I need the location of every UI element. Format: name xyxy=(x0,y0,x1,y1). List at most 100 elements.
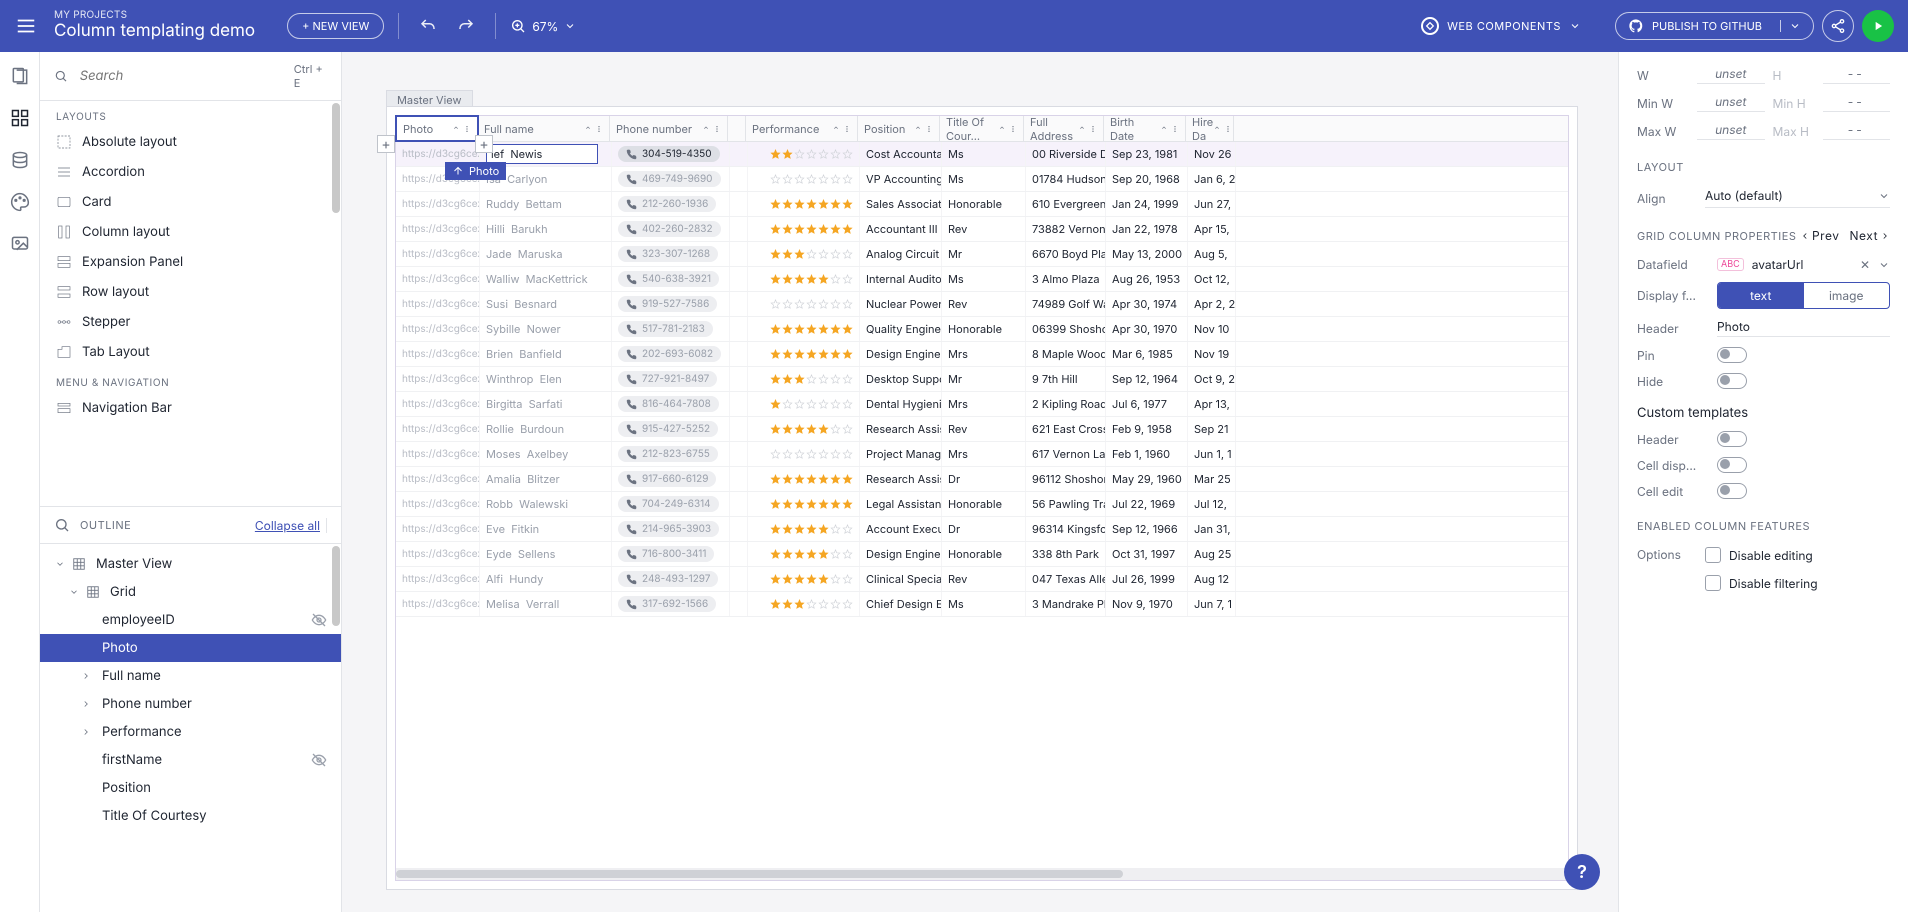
cell-hiredate[interactable]: Mar 25 xyxy=(1188,467,1236,491)
data-grid[interactable]: PhotoFull namePhone numberPerformancePos… xyxy=(395,115,1569,881)
cell-toc[interactable]: Dr xyxy=(942,517,1026,541)
column-header[interactable]: Birth Date xyxy=(1104,116,1186,141)
cell-name[interactable]: Ruddy Bettam xyxy=(480,192,612,216)
toolbox-item[interactable]: Card xyxy=(40,187,341,217)
cell-photo[interactable]: https://d3cg6cex... xyxy=(396,442,480,466)
cell-birthdate[interactable]: Sep 12, 1966 xyxy=(1106,517,1188,541)
cell-photo[interactable]: https://d3cg6cex... xyxy=(396,217,480,241)
artboard[interactable]: Photo + + PhotoFull namePhone numberPerf… xyxy=(386,106,1578,890)
cell-birthdate[interactable]: May 13, 2000 xyxy=(1106,242,1188,266)
table-row[interactable]: https://d3cg6cex...Amalia Blitzer917-660… xyxy=(396,467,1568,492)
column-header[interactable]: Title Of Cour... xyxy=(940,116,1024,141)
table-row[interactable]: https://d3cg6cex...lef Newis304-519-4350… xyxy=(396,142,1568,167)
table-row[interactable]: https://d3cg6cex...Robb Walewski704-249-… xyxy=(396,492,1568,517)
cell-position[interactable]: Accountant III xyxy=(860,217,942,241)
table-row[interactable]: https://d3cg6cex...Sybille Nower517-781-… xyxy=(396,317,1568,342)
cell-hiredate[interactable]: Jun 27, xyxy=(1188,192,1236,216)
redo-button[interactable] xyxy=(451,11,481,41)
cell-photo[interactable]: https://d3cg6cex... xyxy=(396,417,480,441)
cell-photo[interactable]: https://d3cg6cex... xyxy=(396,492,480,516)
cell-performance[interactable] xyxy=(748,492,860,516)
cell-name[interactable]: Moses Axelbey xyxy=(480,442,612,466)
cell-phone[interactable]: 704-249-6314 xyxy=(612,492,730,516)
cell-phone[interactable]: 716-800-3411 xyxy=(612,542,730,566)
cell-phone[interactable]: 248-493-1297 xyxy=(612,567,730,591)
cell-phone[interactable]: 402-260-2832 xyxy=(612,217,730,241)
outline-node[interactable]: employeeID xyxy=(40,606,341,634)
header-input[interactable]: Photo xyxy=(1717,319,1890,337)
cell-photo[interactable]: https://d3cg6cex... xyxy=(396,467,480,491)
cell-hiredate[interactable]: Jan 6, 2 xyxy=(1188,167,1236,191)
cell-phone[interactable]: 202-693-6082 xyxy=(612,342,730,366)
collapse-all-link[interactable]: Collapse all xyxy=(249,518,327,533)
cell-phone[interactable]: 816-464-7808 xyxy=(612,392,730,416)
display-format-toggle[interactable]: text image xyxy=(1717,282,1890,309)
cell-hiredate[interactable]: Jan 31, xyxy=(1188,517,1236,541)
new-view-button[interactable]: + NEW VIEW xyxy=(287,13,384,39)
table-row[interactable]: https://d3cg6cex...Eve Fitkin214-965-390… xyxy=(396,517,1568,542)
cell-birthdate[interactable]: Sep 12, 1964 xyxy=(1106,367,1188,391)
toolbox-item[interactable]: Row layout xyxy=(40,277,341,307)
cell-birthdate[interactable]: Jul 6, 1977 xyxy=(1106,392,1188,416)
cell-address[interactable]: 8 Maple Wood P... xyxy=(1026,342,1106,366)
cell-address[interactable]: 56 Pawling Trail xyxy=(1026,492,1106,516)
table-row[interactable]: https://d3cg6cex...Isa Carlyon469-749-96… xyxy=(396,167,1568,192)
cell-hiredate[interactable]: Aug 12 xyxy=(1188,567,1236,591)
cell-toc[interactable]: Mrs xyxy=(942,442,1026,466)
toolbox-item[interactable]: Tab Layout xyxy=(40,337,341,367)
column-header[interactable]: Full Address xyxy=(1024,116,1104,141)
cell-toc[interactable]: Honorable xyxy=(942,492,1026,516)
table-row[interactable]: https://d3cg6cex...Winthrop Elen727-921-… xyxy=(396,367,1568,392)
toolbox-item[interactable]: Navigation Bar xyxy=(40,393,341,423)
cell-performance[interactable] xyxy=(748,567,860,591)
outline-node[interactable]: Photo xyxy=(40,634,341,662)
cell-birthdate[interactable]: Nov 9, 1970 xyxy=(1106,592,1188,616)
cell-position[interactable]: Nuclear Power E... xyxy=(860,292,942,316)
outline-node[interactable]: Title Of Courtesy xyxy=(40,802,341,830)
breadcrumb[interactable]: MY PROJECTS xyxy=(54,10,255,22)
cell-toc[interactable]: Honorable xyxy=(942,317,1026,341)
toolbox-item[interactable]: Column layout xyxy=(40,217,341,247)
cell-address[interactable]: 2 Kipling Road xyxy=(1026,392,1106,416)
chevron-down-icon[interactable] xyxy=(1878,259,1890,271)
cell-address[interactable]: 74989 Golf Way xyxy=(1026,292,1106,316)
cell-position[interactable]: Project Manager xyxy=(860,442,942,466)
cell-phone[interactable]: 919-527-7586 xyxy=(612,292,730,316)
cell-photo[interactable]: https://d3cg6cex... xyxy=(396,567,480,591)
table-row[interactable]: https://d3cg6cex...Alfi Hundy248-493-129… xyxy=(396,567,1568,592)
cell-position[interactable]: Research Assista... xyxy=(860,467,942,491)
share-button[interactable] xyxy=(1822,10,1854,42)
cell-hiredate[interactable]: Oct 12, xyxy=(1188,267,1236,291)
table-row[interactable]: https://d3cg6cex...Melisa Verrall317-692… xyxy=(396,592,1568,617)
cell-toc[interactable]: Rev xyxy=(942,217,1026,241)
cell-address[interactable]: 617 Vernon Lane xyxy=(1026,442,1106,466)
width-input[interactable]: unset xyxy=(1697,66,1765,84)
cell-address[interactable]: 3 Mandrake Plaza xyxy=(1026,592,1106,616)
table-row[interactable]: https://d3cg6cex...Susi Besnard919-527-7… xyxy=(396,292,1568,317)
outline-node[interactable]: Grid xyxy=(40,578,341,606)
search-input[interactable] xyxy=(78,67,284,85)
align-select[interactable]: Auto (default) xyxy=(1705,188,1890,208)
cell-performance[interactable] xyxy=(748,442,860,466)
cell-phone[interactable]: 540-638-3921 xyxy=(612,267,730,291)
outline-node[interactable]: Position xyxy=(40,774,341,802)
header-template-toggle[interactable] xyxy=(1717,431,1747,447)
cell-position[interactable]: Quality Engineer xyxy=(860,317,942,341)
cell-name[interactable]: Winthrop Elen xyxy=(480,367,612,391)
cell-birthdate[interactable]: Jul 26, 1999 xyxy=(1106,567,1188,591)
cell-name[interactable]: Robb Walewski xyxy=(480,492,612,516)
cell-toc[interactable]: Mrs xyxy=(942,342,1026,366)
minh-input[interactable]: -- xyxy=(1823,94,1891,112)
hide-toggle[interactable] xyxy=(1717,373,1747,389)
cell-performance[interactable] xyxy=(748,417,860,441)
cell-hiredate[interactable]: Apr 15, xyxy=(1188,217,1236,241)
cell-phone[interactable]: 212-823-6755 xyxy=(612,442,730,466)
cell-phone[interactable]: 214-965-3903 xyxy=(612,517,730,541)
cell-photo[interactable]: https://d3cg6cex... xyxy=(396,592,480,616)
cell-position[interactable]: Dental Hygienist xyxy=(860,392,942,416)
outline-node[interactable]: Phone number xyxy=(40,690,341,718)
toolbox-item[interactable]: Expansion Panel xyxy=(40,247,341,277)
undo-button[interactable] xyxy=(413,11,443,41)
cell-phone[interactable]: 323-307-1268 xyxy=(612,242,730,266)
cell-name[interactable]: Jade Maruska xyxy=(480,242,612,266)
